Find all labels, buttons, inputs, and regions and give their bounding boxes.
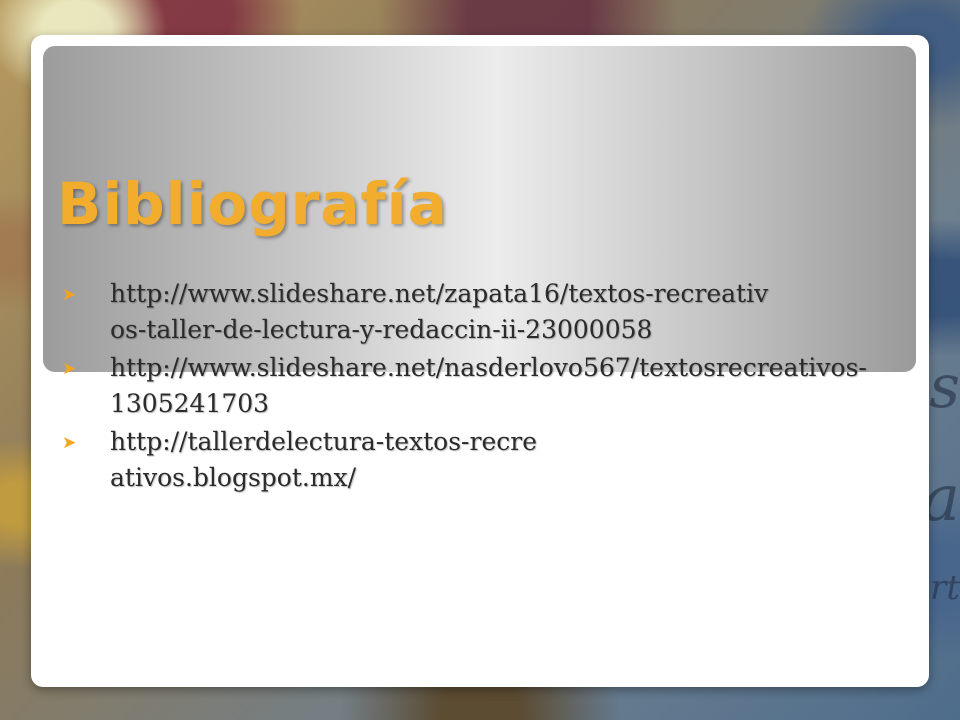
list-item: ➤ http://www.slideshare.net/zapata16/tex… <box>62 276 877 348</box>
list-item: ➤ http://www.slideshare.net/nasderlovo56… <box>62 350 877 422</box>
background-text-fragment: rt <box>930 568 960 608</box>
arrow-bullet-icon: ➤ <box>62 433 77 453</box>
reference-list: ➤ http://www.slideshare.net/zapata16/tex… <box>62 276 877 498</box>
slide-title: Bibliografía <box>57 170 448 238</box>
arrow-bullet-icon: ➤ <box>62 359 77 379</box>
list-item: ➤ http://tallerdelectura-textos-recreati… <box>62 424 877 496</box>
reference-link[interactable]: http://www.slideshare.net/zapata16/texto… <box>110 276 770 348</box>
reference-link[interactable]: http://tallerdelectura-textos-recreativo… <box>110 424 550 496</box>
arrow-bullet-icon: ➤ <box>62 285 77 305</box>
reference-link[interactable]: http://www.slideshare.net/nasderlovo567/… <box>110 350 877 422</box>
